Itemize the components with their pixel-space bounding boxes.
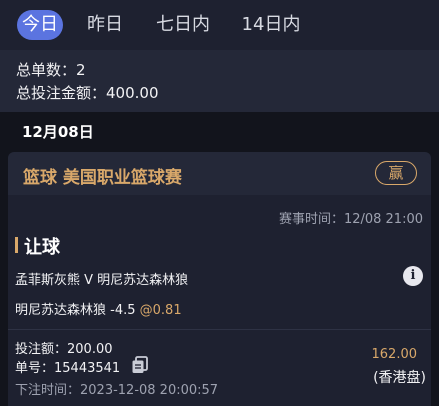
copy-icon[interactable] [131,356,149,374]
market-type: 让球 [24,237,60,258]
total-orders: 总单数：2 [16,61,86,79]
teams: 孟菲斯灰熊 V 明尼苏达森林狼 [15,273,189,288]
bet-card-body: 赛事时间：12/08 21:00 让球 孟菲斯灰熊 V 明尼苏达森林狼 i 明尼… [8,195,431,406]
order-number: 单号：15443541 [15,361,121,376]
tab-today[interactable]: 今日 [17,10,63,40]
selection-odds: @0.81 [139,303,182,318]
bet-card-header[interactable]: 篮球 美国职业篮球赛 赢 [8,152,431,195]
stake: 投注额：200.00 [15,342,113,357]
match-time: 赛事时间：12/08 21:00 [278,212,423,227]
tab-yesterday[interactable]: 昨日 [82,10,128,40]
summary-panel: 总单数：2 总投注金额：400.00 [0,50,439,112]
tab-seven-days[interactable]: 七日内 [150,10,216,40]
league-title: 篮球 美国职业篮球赛 [23,168,182,188]
divider [8,329,431,330]
result-badge: 赢 [375,161,417,185]
bet-time: 下注时间：2023-12-08 20:00:57 [15,383,219,398]
date-filter-tabs: 今日 昨日 七日内 14日内 [0,0,439,50]
total-stake: 总投注金额：400.00 [16,84,159,102]
selection: 明尼苏达森林狼 -4.5 @0.81 [15,299,182,318]
market-accent-bar [15,237,18,253]
selection-text: 明尼苏达森林狼 -4.5 [15,303,140,318]
date-heading: 12月08日 [22,123,94,141]
odds-type: (香港盘) [373,370,426,386]
tab-fourteen-days[interactable]: 14日内 [236,10,306,40]
info-icon[interactable]: i [403,266,423,286]
payout-amount: 162.00 [371,347,418,362]
